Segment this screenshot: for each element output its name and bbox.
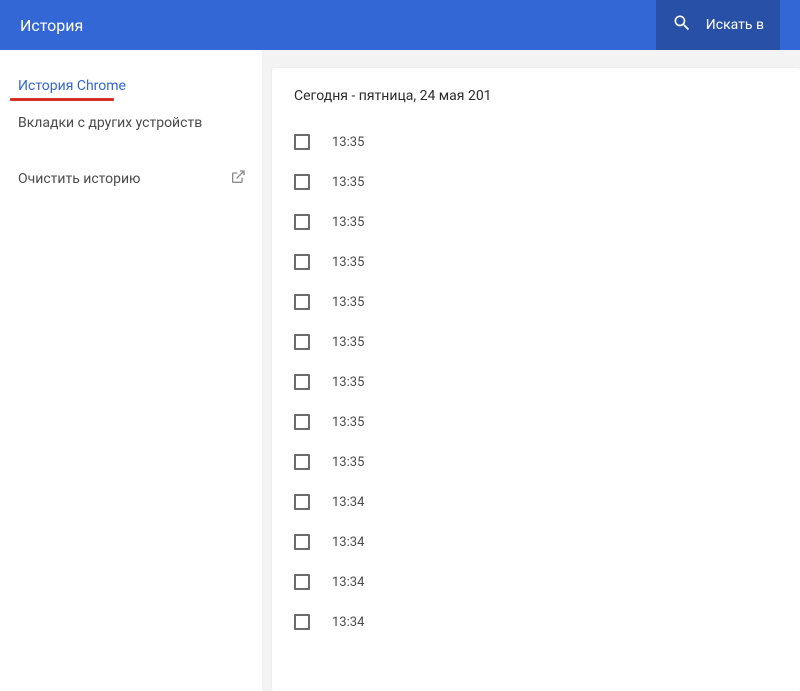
history-row[interactable]: 13:34 [294, 522, 800, 562]
date-heading: Сегодня - пятница, 24 мая 201 [272, 68, 800, 122]
history-card: Сегодня - пятница, 24 мая 201 13:3513:35… [272, 68, 800, 691]
external-link-icon [230, 169, 246, 189]
page-title: История [20, 16, 656, 35]
history-row[interactable]: 13:35 [294, 442, 800, 482]
search-icon [672, 13, 692, 37]
history-row-checkbox[interactable] [294, 334, 310, 350]
history-row[interactable]: 13:34 [294, 602, 800, 642]
content-area: История Chrome Вкладки с других устройст… [0, 50, 800, 691]
history-row[interactable]: 13:35 [294, 322, 800, 362]
history-row[interactable]: 13:35 [294, 202, 800, 242]
history-row-checkbox[interactable] [294, 574, 310, 590]
history-row[interactable]: 13:34 [294, 562, 800, 602]
history-row[interactable]: 13:35 [294, 282, 800, 322]
history-list: 13:35 13:35 13:35 13:35 13:35 13:35 13:35 13:35… [272, 122, 800, 642]
history-row[interactable]: 13:35 [294, 402, 800, 442]
history-row[interactable]: 13:35 [294, 162, 800, 202]
sidebar-separator [0, 141, 262, 159]
app-header: История Искать в [0, 0, 800, 50]
history-row-checkbox[interactable] [294, 494, 310, 510]
sidebar-item-clear-history[interactable]: Очистить историю [0, 159, 262, 199]
history-row-checkbox[interactable] [294, 174, 310, 190]
history-row-time: 13:35 [332, 375, 364, 390]
history-row[interactable]: 13:34 [294, 482, 800, 522]
history-row[interactable]: 13:35 [294, 122, 800, 162]
history-row-checkbox[interactable] [294, 214, 310, 230]
main-panel: Сегодня - пятница, 24 мая 201 13:3513:35… [262, 50, 800, 691]
history-row-time: 13:35 [332, 135, 364, 150]
history-row-time: 13:35 [332, 455, 364, 470]
history-row-time: 13:35 [332, 255, 364, 270]
history-row-checkbox[interactable] [294, 254, 310, 270]
sidebar-item-label: История Chrome [18, 78, 126, 94]
history-row-time: 13:34 [332, 615, 364, 630]
history-row-time: 13:35 [332, 215, 364, 230]
search-button[interactable]: Искать в [656, 0, 780, 50]
history-row-time: 13:35 [332, 175, 364, 190]
history-row-checkbox[interactable] [294, 374, 310, 390]
history-row-checkbox[interactable] [294, 294, 310, 310]
search-placeholder: Искать в [706, 17, 764, 33]
history-row-checkbox[interactable] [294, 454, 310, 470]
active-underline-mark [10, 98, 114, 101]
sidebar-item-label: Очистить историю [18, 171, 141, 187]
history-row-time: 13:35 [332, 335, 364, 350]
sidebar: История Chrome Вкладки с других устройст… [0, 50, 262, 691]
history-row-time: 13:34 [332, 575, 364, 590]
history-row-time: 13:35 [332, 295, 364, 310]
history-row-time: 13:34 [332, 495, 364, 510]
history-row-checkbox[interactable] [294, 414, 310, 430]
sidebar-item-label: Вкладки с других устройств [18, 115, 202, 131]
history-row-checkbox[interactable] [294, 614, 310, 630]
sidebar-item-tabs-other-devices[interactable]: Вкладки с других устройств [0, 105, 262, 141]
history-row-checkbox[interactable] [294, 534, 310, 550]
history-row-time: 13:34 [332, 535, 364, 550]
history-row-checkbox[interactable] [294, 134, 310, 150]
history-row-time: 13:35 [332, 415, 364, 430]
history-row[interactable]: 13:35 [294, 362, 800, 402]
history-row[interactable]: 13:35 [294, 242, 800, 282]
